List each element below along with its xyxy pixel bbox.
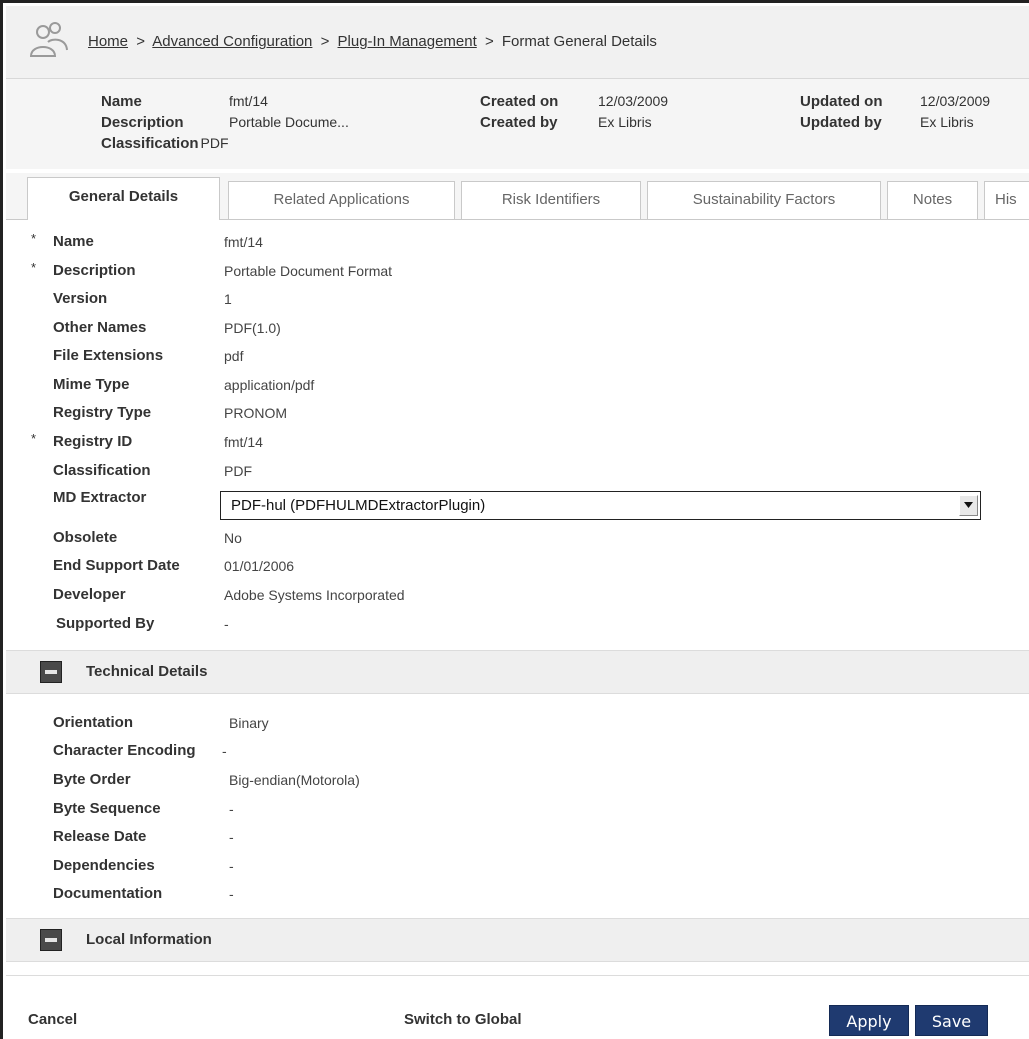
tab-history[interactable]: His (984, 181, 1029, 219)
field-label: Registry ID (53, 433, 133, 450)
save-button[interactable]: Save (915, 1005, 988, 1036)
summary-description-label: Description (101, 114, 184, 131)
summary-updated-by-value: Ex Libris (920, 114, 974, 130)
summary-column-updated: Updated on 12/03/2009 Updated by Ex Libris (800, 91, 990, 133)
field-label: MD Extractor (53, 489, 147, 506)
summary-description-value: Portable Docume... (229, 114, 349, 130)
footer-bar: Cancel Switch to Global Apply Save (6, 975, 1029, 1039)
field-label: Byte Order (53, 771, 131, 788)
field-value: No (224, 530, 242, 546)
tab-sustainability-factors[interactable]: Sustainability Factors (647, 181, 881, 219)
field-label: Developer (53, 586, 126, 603)
summary-classification-value: PDF (200, 135, 229, 151)
field-value: 1 (224, 291, 232, 307)
breadcrumb-home-link[interactable]: Home (88, 33, 128, 50)
breadcrumb: Home > Advanced Configuration > Plug-In … (88, 33, 657, 50)
field-value: 01/01/2006 (224, 558, 295, 574)
technical-details-section-header[interactable]: Technical Details (6, 650, 1029, 694)
summary-created-by-label: Created by (480, 114, 558, 131)
tab-notes[interactable]: Notes (887, 181, 978, 219)
breadcrumb-advanced-config-link[interactable]: Advanced Configuration (152, 33, 312, 50)
field-value: PDF(1.0) (224, 320, 281, 336)
field-value: pdf (224, 348, 244, 364)
breadcrumb-separator: > (136, 33, 145, 50)
field-label: Version (53, 290, 108, 307)
summary-name-value: fmt/14 (229, 93, 268, 109)
field-value: - (222, 743, 227, 759)
field-label: Obsolete (53, 529, 118, 546)
field-value: Adobe Systems Incorporated (224, 587, 405, 603)
apply-button[interactable]: Apply (829, 1005, 909, 1036)
dropdown-arrow-icon[interactable] (959, 495, 978, 516)
summary-column-identity: Name fmt/14 Description Portable Docume...… (101, 91, 349, 154)
field-value: - (229, 829, 234, 845)
required-marker: * (31, 431, 37, 446)
tab-related-applications[interactable]: Related Applications (228, 181, 455, 219)
summary-created-by-value: Ex Libris (598, 114, 652, 130)
technical-details-title: Technical Details (86, 663, 208, 680)
header-bar: Home > Advanced Configuration > Plug-In … (6, 6, 1029, 79)
collapse-icon[interactable] (40, 929, 62, 951)
field-label: Release Date (53, 828, 147, 845)
md-extractor-selected-value: PDF-hul (PDFHULMDExtractorPlugin) (231, 497, 486, 514)
field-label: Name (53, 233, 94, 250)
summary-updated-on-label: Updated on (800, 93, 883, 110)
summary-column-created: Created on 12/03/2009 Created by Ex Libris (480, 91, 668, 133)
field-label: Dependencies (53, 857, 155, 874)
field-value: PRONOM (224, 405, 287, 421)
cancel-button[interactable]: Cancel (28, 1011, 77, 1028)
field-label: Other Names (53, 319, 147, 336)
field-label: Character Encoding (53, 742, 196, 759)
breadcrumb-separator: > (484, 33, 494, 50)
summary-updated-on-value: 12/03/2009 (920, 93, 991, 109)
field-label: Orientation (53, 714, 134, 731)
breadcrumb-current: Format General Details (501, 33, 657, 50)
field-value: Portable Document Format (224, 263, 393, 279)
tab-general-details[interactable]: General Details (27, 177, 220, 220)
field-value: fmt/14 (224, 234, 263, 250)
summary-classification-label: Classification (101, 135, 199, 152)
summary-panel: Name fmt/14 Description Portable Docume...… (6, 79, 1029, 169)
field-value: - (229, 886, 234, 902)
field-value: Binary (229, 715, 269, 731)
field-label: End Support Date (53, 557, 180, 574)
switch-to-global-button[interactable]: Switch to Global (404, 1011, 522, 1028)
field-value: - (229, 801, 234, 817)
field-value: PDF (224, 463, 252, 479)
summary-name-label: Name (101, 93, 142, 110)
local-information-title: Local Information (86, 931, 212, 948)
field-label: Registry Type (53, 404, 152, 421)
summary-created-on-label: Created on (480, 93, 559, 110)
field-value: Big-endian(Motorola) (229, 772, 360, 788)
page-frame: Home > Advanced Configuration > Plug-In … (0, 0, 1029, 1039)
summary-updated-by-label: Updated by (800, 114, 882, 131)
required-marker: * (31, 231, 37, 246)
field-label: Description (53, 262, 136, 279)
field-label: Byte Sequence (53, 800, 161, 817)
field-value: - (229, 858, 234, 874)
field-label: Classification (53, 462, 151, 479)
local-information-section-header[interactable]: Local Information (6, 918, 1029, 962)
field-value: fmt/14 (224, 434, 263, 450)
summary-created-on-value: 12/03/2009 (598, 93, 669, 109)
tab-risk-identifiers[interactable]: Risk Identifiers (461, 181, 641, 219)
field-value: - (224, 616, 229, 632)
md-extractor-select[interactable]: PDF-hul (PDFHULMDExtractorPlugin) (220, 491, 981, 520)
field-label: Supported By (56, 615, 155, 632)
users-logo-icon (29, 22, 68, 57)
breadcrumb-separator: > (320, 33, 330, 50)
field-label: Mime Type (53, 376, 130, 393)
field-label: File Extensions (53, 347, 164, 364)
breadcrumb-plugin-management-link[interactable]: Plug-In Management (338, 33, 477, 50)
field-value: application/pdf (224, 377, 315, 393)
collapse-icon[interactable] (40, 661, 62, 683)
field-label: Documentation (53, 885, 163, 902)
required-marker: * (31, 260, 37, 275)
tab-bar: General Details Related Applications Ris… (6, 173, 1029, 220)
